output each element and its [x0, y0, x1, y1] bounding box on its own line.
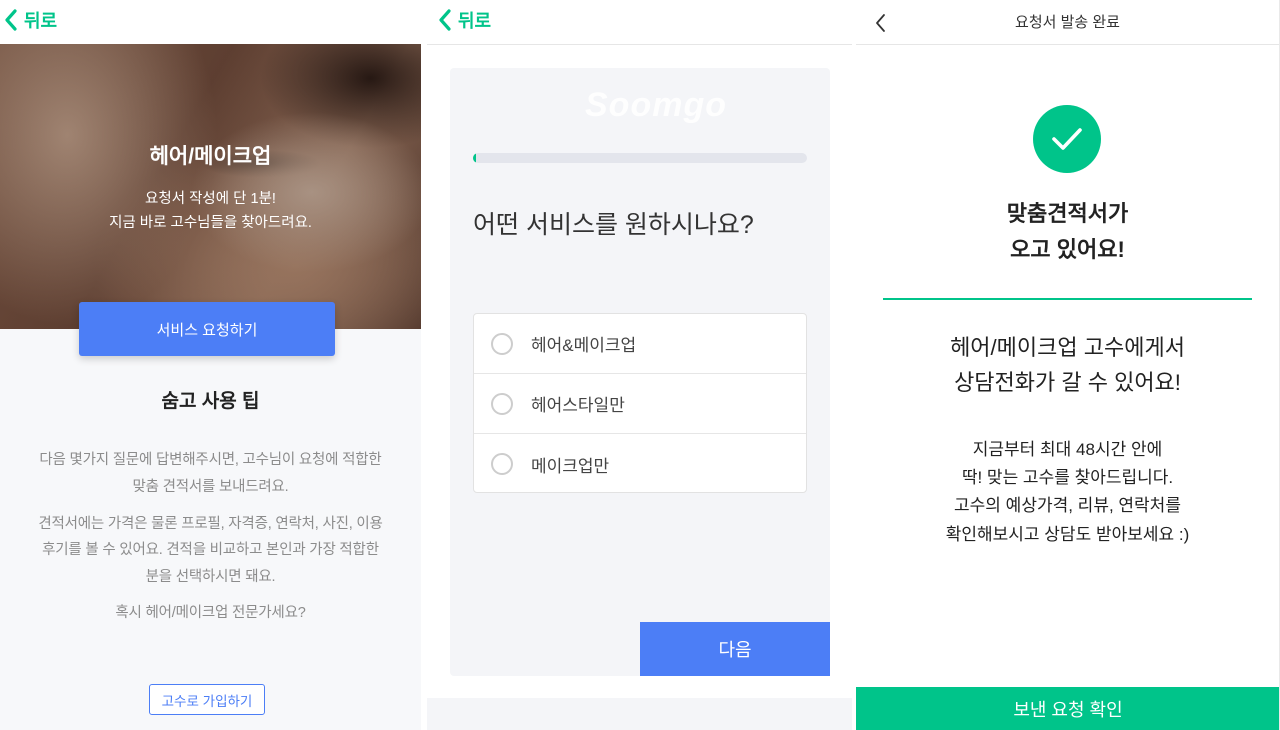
header-divider — [856, 44, 1279, 45]
intro-screen: 뒤로 헤어/메이크업 요청서 작성에 단 1분! 지금 바로 고수님들을 찾아드… — [0, 0, 421, 730]
check-icon — [1052, 128, 1082, 150]
service-option-label: 메이크업만 — [531, 456, 610, 476]
progress-bar — [473, 153, 807, 163]
header-divider — [427, 44, 852, 45]
headline-line: 맞춤견적서가 — [1006, 201, 1129, 226]
tip-text-line: 다음 몇가지 질문에 답변해주시면, 고수님이 요청에 적합한 — [39, 452, 382, 468]
body-text-line: 지금부터 최대 48시간 안에 — [972, 440, 1163, 459]
complete-header: 요청서 발송 완료 — [856, 0, 1279, 44]
service-option[interactable]: 메이크업만 — [474, 434, 806, 494]
headline-line: 오고 있어요! — [1010, 237, 1125, 262]
service-option-label: 헤어스타일만 — [531, 396, 625, 415]
question-screen: 뒤로 Soomgo 어떤 서비스를 원하시나요? 헤어&메이크업 헤어스타일만 … — [427, 0, 852, 730]
back-label: 뒤로 — [458, 11, 492, 31]
service-option-label: 헤어&메이크업 — [531, 336, 637, 355]
back-button[interactable]: 뒤로 — [4, 6, 57, 34]
view-sent-request-button[interactable]: 보낸 요청 확인 — [856, 687, 1279, 730]
progress-fill — [473, 153, 477, 163]
radio-icon[interactable] — [491, 453, 513, 475]
chevron-left-icon — [5, 9, 17, 31]
question-header: 뒤로 — [427, 0, 852, 44]
hero-title: 헤어/메이크업 — [149, 145, 272, 168]
body-text-line: 확인해보시고 상담도 받아보세요 :) — [945, 525, 1190, 544]
service-option[interactable]: 헤어&메이크업 — [474, 314, 806, 374]
tips-title: 숨고 사용 팁 — [161, 391, 260, 412]
chevron-left-icon — [439, 9, 451, 31]
back-label: 뒤로 — [24, 11, 58, 31]
page-title: 요청서 발송 완료 — [1015, 14, 1120, 31]
hero-subtitle-line: 요청서 작성에 단 1분! — [145, 191, 276, 207]
bottom-strip — [427, 698, 852, 730]
question-title: 어떤 서비스를 원하시나요? — [473, 211, 754, 239]
radio-icon[interactable] — [491, 392, 513, 415]
green-divider — [883, 298, 1252, 300]
subheadline-line: 헤어/메이크업 고수에게서 — [950, 335, 1185, 360]
service-request-button[interactable]: 서비스 요청하기 — [79, 302, 335, 356]
request-complete-screen: 요청서 발송 완료 맞춤견적서가 오고 있어요! 헤어/메이크업 고수에게서 상… — [856, 0, 1280, 730]
next-button[interactable]: 다음 — [640, 622, 830, 676]
body-text-line: 딱! 맞는 고수를 찾아드립니다. — [961, 468, 1174, 487]
tip-text-line: 후기를 볼 수 있어요. 견적을 비교하고 본인과 가장 적합한 — [42, 542, 379, 558]
hero-subtitle-line: 지금 바로 고수님들을 찾아드려요. — [109, 215, 312, 231]
subheadline-line: 상담전화가 갈 수 있어요! — [954, 370, 1181, 395]
pro-signup-button[interactable]: 고수로 가입하기 — [149, 684, 265, 715]
tip-text-line: 견적서에는 가격은 물론 프로필, 자격증, 연락처, 사진, 이용 — [38, 516, 383, 532]
body-text-line: 고수의 예상가격, 리뷰, 연락처를 — [954, 496, 1181, 515]
pro-question: 혹시 헤어/메이크업 전문가세요? — [115, 605, 306, 621]
tip-text-line: 맞춤 견적서를 보내드려요. — [132, 479, 289, 495]
radio-icon[interactable] — [491, 332, 513, 355]
back-button[interactable]: 뒤로 — [438, 6, 491, 34]
success-badge — [1033, 105, 1101, 173]
service-option[interactable]: 헤어스타일만 — [474, 374, 806, 434]
tip-text-line: 분을 선택하시면 돼요. — [145, 569, 276, 585]
hero-image: 헤어/메이크업 요청서 작성에 단 1분! 지금 바로 고수님들을 찾아드려요. — [0, 44, 421, 329]
intro-header: 뒤로 — [0, 0, 421, 44]
soomgo-watermark-logo: Soomgo — [585, 86, 727, 124]
service-options-list: 헤어&메이크업 헤어스타일만 메이크업만 — [473, 313, 807, 493]
